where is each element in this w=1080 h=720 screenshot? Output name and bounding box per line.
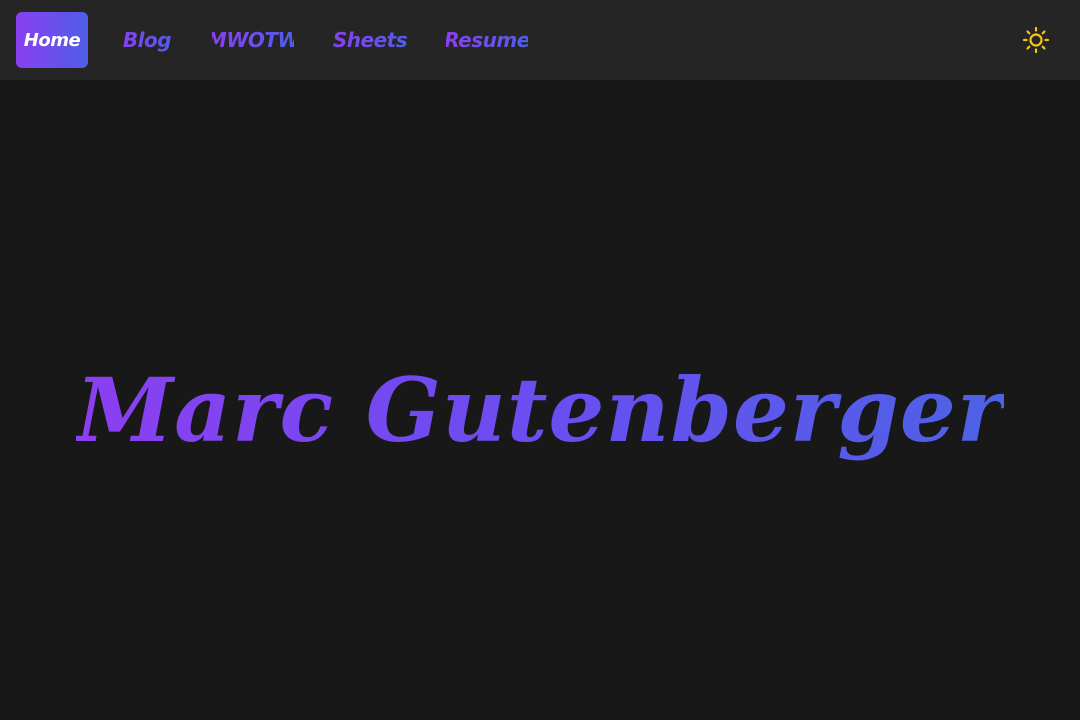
top-navbar: Home Blog MWOTW Sheets Resume: [0, 0, 1080, 80]
sun-icon: [1022, 26, 1050, 54]
nav-item-mwotw[interactable]: MWOTW: [207, 12, 300, 68]
nav-item-resume[interactable]: Resume: [444, 12, 530, 68]
hero-title: Marc Gutenberger: [76, 338, 1005, 462]
nav-item-blog[interactable]: Blog: [118, 12, 176, 68]
theme-toggle-button[interactable]: [1016, 20, 1056, 60]
nav-item-home[interactable]: Home: [16, 12, 88, 68]
hero-section: Marc Gutenberger: [0, 80, 1080, 720]
nav-item-sheets[interactable]: Sheets: [330, 12, 410, 68]
